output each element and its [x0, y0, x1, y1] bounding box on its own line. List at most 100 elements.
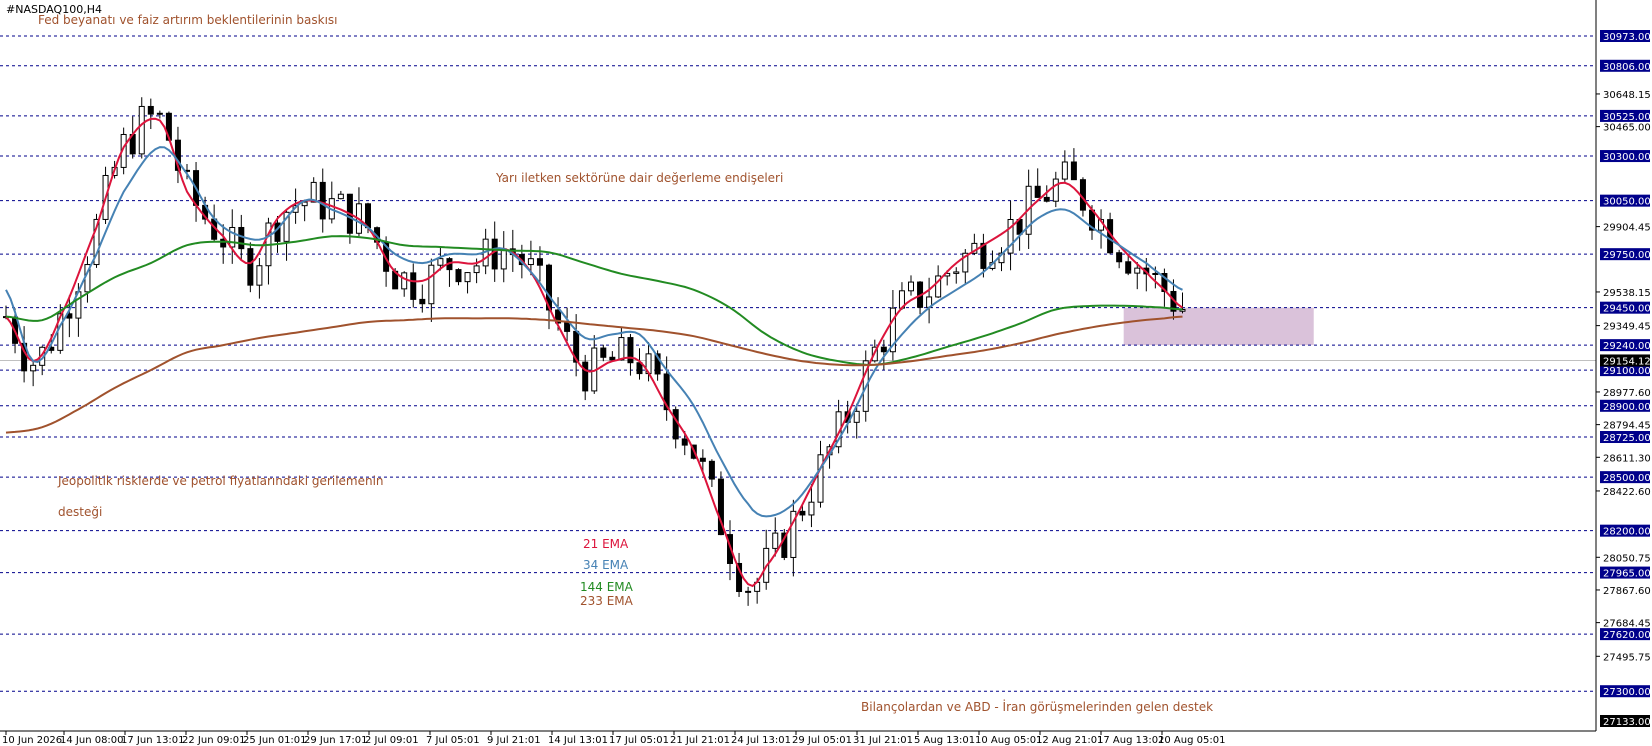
level-tag-label: 29450.00 — [1603, 304, 1651, 315]
candle-body — [365, 203, 371, 229]
candle-body — [419, 298, 426, 305]
candle-body — [455, 269, 462, 283]
legend-ema21: 21 EMA — [583, 537, 629, 551]
support-zone — [1123, 307, 1314, 346]
x-tick-label: 17 Jun 13:01 — [121, 735, 185, 746]
candle-body — [319, 181, 326, 220]
x-tick-label: 17 Jul 05:01 — [609, 735, 669, 746]
y-tick-label: 28422.60 — [1603, 487, 1651, 498]
level-tag-label: 30050.00 — [1603, 197, 1651, 208]
candle-body — [699, 457, 706, 462]
candle-body — [708, 460, 715, 480]
candle-body — [1052, 178, 1059, 202]
candle-body — [582, 361, 589, 392]
x-tick-label: 14 Jul 13:01 — [548, 735, 608, 746]
level-tag-label: 30973.00 — [1603, 32, 1651, 43]
x-tick-label: 29 Jun 17:01 — [304, 735, 368, 746]
x-tick-label: 10 Aug 05:01 — [975, 735, 1042, 746]
candle-body — [229, 226, 236, 248]
x-tick-label: 21 Jul 21:01 — [670, 735, 730, 746]
y-tick-label: 28611.30 — [1603, 453, 1651, 464]
legend-ema233: 233 EMA — [580, 594, 634, 608]
candle-body — [500, 248, 507, 270]
candle-body — [30, 364, 37, 372]
legend-ema144: 144 EMA — [580, 580, 634, 594]
candle-body — [491, 238, 498, 270]
x-tick-label: 10 Jun 2026 — [2, 735, 62, 746]
candle-body — [609, 356, 616, 361]
candle-body — [156, 112, 163, 115]
annotation-earnings: Bilançolardan ve ABD - İran görüşmelerin… — [861, 699, 1213, 714]
x-tick-label: 29 Jul 05:01 — [792, 735, 852, 746]
y-tick-label: 27495.75 — [1603, 652, 1651, 663]
x-tick-label: 25 Jun 01:01 — [243, 735, 307, 746]
x-tick-label: 2 Jul 09:01 — [365, 735, 419, 746]
candle-body — [247, 248, 254, 286]
chart-canvas: 28977.60 28794.45 28611.30 28422.60 28050.75… — [0, 0, 1652, 746]
y-tick-label: 29538.15 — [1603, 288, 1651, 299]
candle-body — [428, 264, 435, 305]
candle-body — [681, 438, 688, 446]
candle-body — [536, 258, 543, 266]
level-tag-label: 29750.00 — [1603, 250, 1651, 261]
level-tag-label: 30525.00 — [1603, 112, 1651, 123]
level-tag-label: 28900.00 — [1603, 402, 1651, 413]
level-tag-label: 27300.00 — [1603, 687, 1651, 698]
candle-body — [473, 265, 480, 274]
candle-body — [1070, 161, 1077, 181]
candle-body — [256, 265, 263, 286]
level-tag-label: 28500.00 — [1603, 473, 1651, 484]
candle-body — [1152, 273, 1159, 276]
annotation-fed: Fed beyanatı ve faiz artırım beklentiler… — [38, 13, 338, 27]
candle-body — [908, 281, 914, 292]
candle-body — [745, 590, 752, 593]
annotation-geopolitics-line2: desteği — [58, 505, 102, 519]
level-tag-label: 28200.00 — [1603, 527, 1651, 538]
level-tag-label: 28725.00 — [1603, 433, 1651, 444]
y-tick-label: 28050.75 — [1603, 553, 1651, 564]
x-tick-label: 14 Jun 08:00 — [60, 735, 124, 746]
candle-body — [1125, 261, 1132, 274]
candle-body — [138, 105, 145, 155]
legend-ema34: 34 EMA — [583, 558, 629, 572]
x-tick-label: 7 Jul 05:01 — [426, 735, 480, 746]
candle-body — [600, 347, 607, 358]
current-price-label: 29154.12 — [1603, 356, 1651, 367]
candle-body — [564, 322, 571, 332]
x-tick-label: 31 Jul 21:01 — [853, 735, 913, 746]
y-tick-label: 30465.00 — [1603, 123, 1651, 134]
x-tick-label: 24 Jul 13:01 — [731, 735, 791, 746]
candle-body — [672, 409, 679, 440]
level-tag-label: 29100.00 — [1603, 366, 1651, 377]
candle-body — [953, 271, 960, 274]
candle-body — [147, 105, 154, 115]
x-tick-label: 12 Aug 21:01 — [1036, 735, 1103, 746]
candle-body — [437, 258, 444, 266]
candle-body — [1043, 196, 1050, 202]
candle-body — [880, 346, 887, 353]
candle-body — [401, 272, 408, 290]
x-tick-label: 20 Aug 05:01 — [1158, 735, 1225, 746]
candle-body — [1116, 252, 1123, 263]
annotation-geopolitics: Jeopolitik risklerde ve petrol fiyatları… — [57, 474, 384, 488]
bottom-price-label: 27133.00 — [1603, 717, 1651, 728]
candle-body — [410, 272, 417, 300]
chart-window: 28977.60 28794.45 28611.30 28422.60 28050.75… — [0, 0, 1652, 746]
y-tick-label: 29349.45 — [1603, 322, 1651, 333]
level-tag-label: 30806.00 — [1603, 62, 1651, 73]
level-tag-label: 30300.00 — [1603, 152, 1651, 163]
y-tick-label: 28794.45 — [1603, 421, 1651, 432]
candle-body — [527, 258, 534, 266]
candle-body — [618, 337, 625, 361]
level-tag-label: 27965.00 — [1603, 569, 1651, 580]
candle-body — [337, 193, 344, 200]
candle-body — [1134, 267, 1141, 274]
y-tick-label: 27867.60 — [1603, 586, 1651, 597]
y-tick-label: 30648.15 — [1603, 90, 1651, 101]
candle-body — [464, 272, 471, 283]
candle-body — [799, 510, 806, 516]
y-tick-label: 28977.60 — [1603, 388, 1651, 399]
level-tag-label: 27620.00 — [1603, 630, 1651, 641]
x-tick-label: 9 Jul 21:01 — [487, 735, 541, 746]
candle-body — [1034, 185, 1041, 198]
